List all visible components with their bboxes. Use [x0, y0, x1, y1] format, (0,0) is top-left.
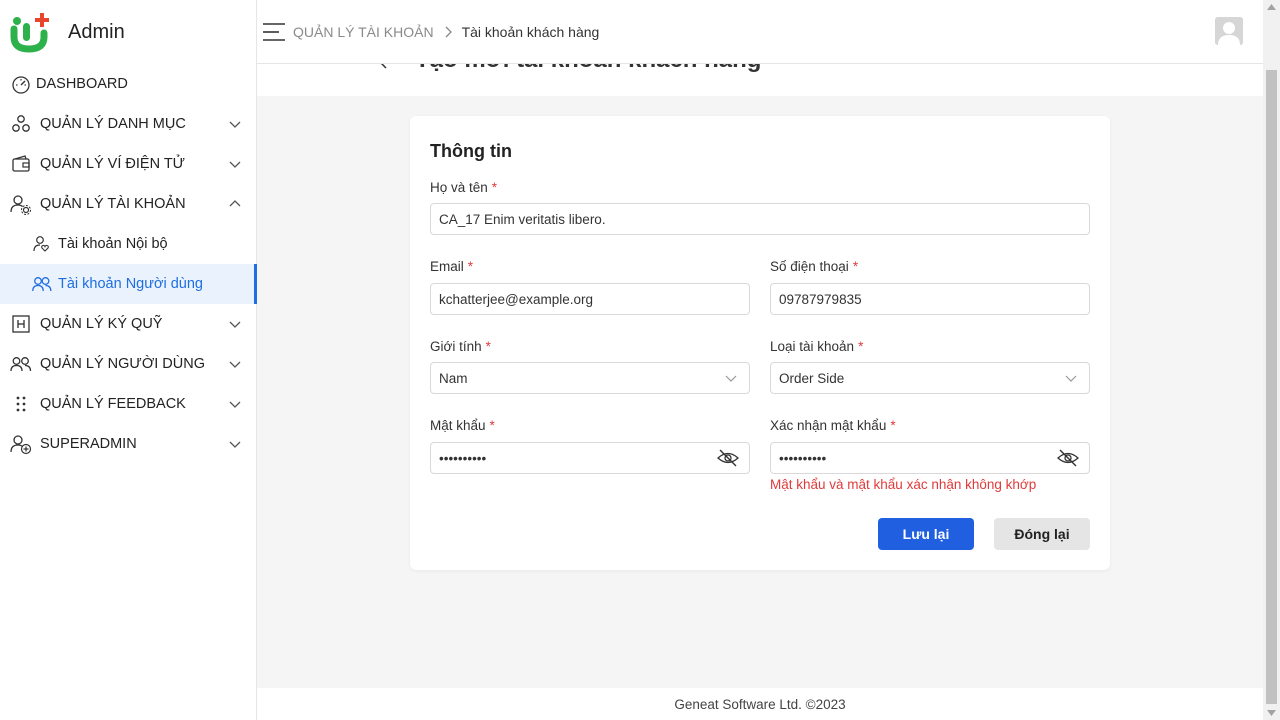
wallet-icon: [10, 153, 32, 175]
sidebar-item-label: DASHBOARD: [36, 76, 128, 92]
user-settings-icon: [10, 193, 32, 215]
sidebar-item-label: QUẢN LÝ NGƯỜI DÙNG: [40, 356, 206, 372]
users-icon: [32, 274, 52, 294]
confirm-password-label: Xác nhận mật khẩu *: [770, 418, 896, 433]
confirm-password-input[interactable]: ••••••••••: [770, 442, 1090, 474]
sidebar-item-label: QUẢN LÝ TÀI KHOẢN: [40, 196, 186, 212]
required-mark: *: [858, 339, 864, 354]
sidebar-item-label: QUẢN LÝ KÝ QUỸ: [40, 316, 163, 332]
sidebar-item-label: Tài khoản Người dùng: [58, 276, 203, 292]
password-input[interactable]: ••••••••••: [430, 442, 750, 474]
required-mark: *: [467, 259, 474, 274]
eye-off-icon[interactable]: [1057, 449, 1079, 467]
password-label: Mật khẩu *: [430, 418, 495, 433]
save-button[interactable]: Lưu lại: [878, 518, 974, 550]
sidebar-item-label: Tài khoản Nội bộ: [58, 236, 168, 252]
sidebar-item-label: QUẢN LÝ DANH MỤC: [40, 116, 186, 132]
email-input[interactable]: kchatterjee@example.org: [430, 283, 750, 315]
full-name-label: Họ và tên *: [430, 180, 498, 195]
required-mark: *: [489, 418, 495, 433]
gender-label: Giới tính *: [430, 339, 491, 354]
required-mark: *: [485, 339, 491, 354]
scroll-down-icon[interactable]: [1267, 710, 1276, 716]
users-icon: [10, 353, 32, 375]
gender-select[interactable]: Nam: [430, 362, 750, 394]
avatar[interactable]: [1215, 17, 1243, 45]
sidebar-item-deposit[interactable]: QUẢN LÝ KÝ QUỸ: [0, 304, 256, 344]
close-button[interactable]: Đóng lại: [994, 518, 1090, 550]
scroll-up-icon[interactable]: [1267, 4, 1276, 10]
required-mark: *: [890, 418, 896, 433]
breadcrumb-current: Tài khoản khách hàng: [461, 23, 600, 40]
sidebar-menu: DASHBOARD QUẢN LÝ DANH MỤC QUẢN LÝ VÍ ĐI…: [0, 64, 257, 464]
sidebar-item-feedback[interactable]: QUẢN LÝ FEEDBACK: [0, 384, 256, 424]
sidebar-item-category[interactable]: QUẢN LÝ DANH MỤC: [0, 104, 256, 144]
chevron-up-icon: [229, 200, 241, 207]
sidebar-item-user-account[interactable]: Tài khoản Người dùng: [0, 264, 257, 304]
chevron-down-icon: [725, 375, 737, 382]
sidebar-item-label: SUPERADMIN: [40, 436, 137, 452]
menu-toggle-icon[interactable]: [263, 22, 285, 42]
back-arrow-icon[interactable]: [377, 64, 391, 70]
sidebar-item-label: QUẢN LÝ FEEDBACK: [40, 396, 186, 412]
sidebar-item-account[interactable]: QUẢN LÝ TÀI KHOẢN: [0, 184, 256, 224]
app-logo-icon: [10, 11, 50, 53]
drag-dots-icon: [10, 393, 32, 415]
full-name-input[interactable]: CA_17 Enim veritatis libero.: [430, 203, 1090, 235]
password-mismatch-error: Mật khẩu và mật khẩu xác nhận không khớp: [770, 477, 1037, 492]
copyright-text: Geneat Software Ltd. ©2023: [674, 696, 846, 712]
breadcrumb-parent[interactable]: QUẢN LÝ TÀI KHOẢN: [293, 24, 434, 40]
page-scrollbar[interactable]: [1263, 0, 1280, 720]
h-box-icon: [10, 313, 32, 335]
sidebar-item-internal-account[interactable]: Tài khoản Nội bộ: [0, 224, 256, 264]
sidebar: Admin DASHBOARD QUẢN LÝ DANH MỤC QUẢN LÝ…: [0, 0, 257, 720]
chevron-down-icon: [229, 441, 241, 448]
required-mark: *: [852, 259, 859, 274]
sidebar-item-label: QUẢN LÝ VÍ ĐIỆN TỬ: [40, 156, 186, 172]
sidebar-item-ewallet[interactable]: QUẢN LÝ VÍ ĐIỆN TỬ: [0, 144, 256, 184]
page-title-bar: Tạo mới tài khoản khách hàng: [257, 64, 1263, 96]
required-mark: *: [491, 180, 498, 195]
top-header: QUẢN LÝ TÀI KHOẢN Tài khoản khách hàng: [257, 0, 1263, 64]
sidebar-item-superadmin[interactable]: SUPERADMIN: [0, 424, 256, 464]
sidebar-item-dashboard[interactable]: DASHBOARD: [0, 64, 256, 104]
section-title: Thông tin: [430, 141, 512, 161]
eye-off-icon[interactable]: [717, 449, 739, 467]
footer: Geneat Software Ltd. ©2023: [257, 688, 1263, 720]
chevron-down-icon: [229, 361, 241, 368]
main-content: Tạo mới tài khoản khách hàng Thông tin H…: [257, 64, 1263, 688]
chevron-down-icon: [229, 321, 241, 328]
chevron-down-icon: [229, 401, 241, 408]
chevron-down-icon: [229, 121, 241, 128]
sidebar-item-users[interactable]: QUẢN LÝ NGƯỜI DÙNG: [0, 344, 256, 384]
email-label: Email *: [430, 259, 474, 274]
brand[interactable]: Admin: [0, 0, 256, 64]
scroll-thumb[interactable]: [1266, 70, 1277, 704]
account-type-label: Loại tài khoản *: [770, 339, 864, 354]
gauge-icon: [10, 73, 32, 95]
info-card: Thông tin Họ và tên * CA_17 Enim veritati…: [410, 116, 1110, 570]
chevron-down-icon: [1065, 375, 1077, 382]
app-title: Admin: [68, 20, 125, 43]
account-type-select[interactable]: Order Side: [770, 362, 1090, 394]
user-add-icon: [10, 433, 32, 455]
chevron-right-icon: [445, 26, 452, 37]
phone-input[interactable]: 09787979835: [770, 283, 1090, 315]
chevron-down-icon: [229, 161, 241, 168]
user-heart-icon: [32, 234, 52, 254]
page-title: Tạo mới tài khoản khách hàng: [415, 64, 761, 74]
breadcrumb: QUẢN LÝ TÀI KHOẢN Tài khoản khách hàng: [293, 24, 599, 40]
cluster-icon: [10, 113, 32, 135]
phone-label: Số điện thoại *: [770, 259, 859, 274]
